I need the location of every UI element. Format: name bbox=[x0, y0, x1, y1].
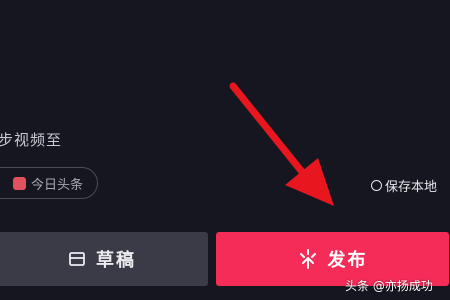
save-local-label: 保存本地 bbox=[385, 180, 438, 195]
publish-button-label: 发布 bbox=[327, 250, 368, 271]
toutiao-sync-chip[interactable]: 今日头条 bbox=[0, 167, 98, 199]
radio-unchecked-icon[interactable] bbox=[371, 180, 382, 191]
draft-box-icon bbox=[69, 252, 85, 266]
save-local-option[interactable]: 保存本地 bbox=[371, 176, 437, 195]
toutiao-chip-label: 今日头条 bbox=[31, 177, 84, 193]
draft-button[interactable]: 草稿 bbox=[0, 232, 208, 286]
publish-sparkle-icon bbox=[299, 249, 316, 269]
toutiao-logo-icon bbox=[13, 176, 26, 190]
watermark: 头条 @亦扬成功 bbox=[345, 279, 433, 293]
sync-to-label: 步视频至 bbox=[0, 131, 63, 149]
draft-button-label: 草稿 bbox=[96, 250, 136, 271]
